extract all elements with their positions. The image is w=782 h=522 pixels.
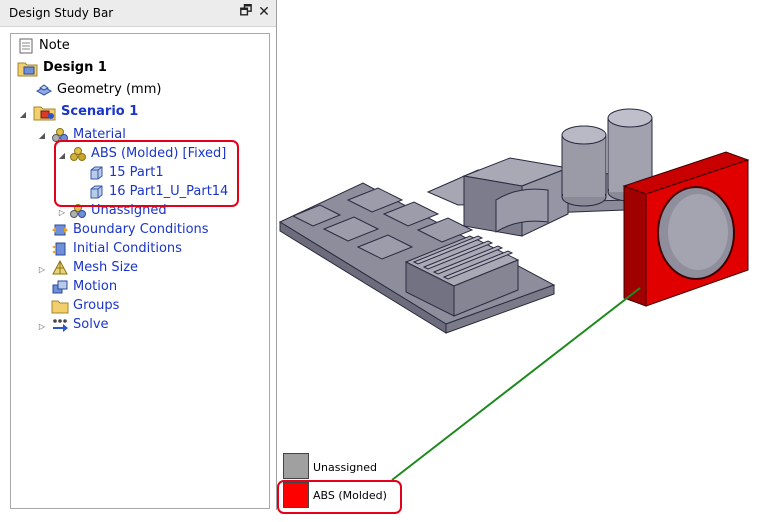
capacitor-left [561, 125, 607, 207]
tree-item-geometry[interactable]: Geometry (mm) [35, 80, 161, 99]
design-icon [17, 60, 39, 76]
motion-icon [51, 279, 69, 295]
tree-item-initial-conditions[interactable]: Initial Conditions [51, 239, 182, 258]
geometry-icon [35, 82, 53, 98]
boundary-conditions-icon [51, 222, 69, 238]
highlight-box-legend [277, 480, 402, 514]
tree-label-scenario: Scenario 1 [61, 104, 139, 119]
close-icon[interactable]: ✕ [256, 3, 272, 21]
note-icon [17, 38, 35, 54]
fan-hub [668, 194, 728, 270]
model-viewport[interactable] [278, 0, 782, 522]
scenario-icon [33, 104, 57, 120]
tree-item-design[interactable]: Design 1 [17, 58, 107, 77]
tree-label-groups: Groups [73, 298, 120, 313]
panel-titlebar: Design Study Bar 🗗 ✕ [0, 0, 276, 27]
tree-label-mesh: Mesh Size [73, 260, 139, 275]
expand-arrow-icon[interactable]: ▷ [37, 264, 47, 274]
fan-side [623, 185, 647, 307]
design-tree: Note Design 1 Geometry (mm) ◢ Scenario 1… [10, 33, 270, 509]
highlight-box-abs [54, 140, 239, 207]
mesh-size-icon [51, 259, 69, 276]
tree-label-geometry: Geometry (mm) [57, 82, 162, 97]
restore-icon[interactable]: 🗗 [238, 3, 254, 21]
groups-icon [51, 298, 69, 314]
initial-conditions-icon [51, 241, 69, 257]
tree-item-scenario[interactable]: Scenario 1 [33, 102, 138, 121]
tree-label-boundary: Boundary Conditions [73, 222, 209, 237]
design-study-bar-panel: Design Study Bar 🗗 ✕ Note Design 1 Geome… [0, 0, 277, 510]
expand-arrow-icon[interactable]: ▷ [57, 207, 67, 217]
legend-label-unassigned: Unassigned [313, 461, 377, 474]
legend-swatch-unassigned [283, 453, 309, 479]
tree-label-motion: Motion [73, 279, 118, 294]
tree-item-solve[interactable]: Solve [51, 315, 109, 334]
collapse-arrow-icon[interactable]: ◢ [37, 130, 47, 140]
tree-item-mesh-size[interactable]: Mesh Size [51, 258, 138, 277]
tree-item-groups[interactable]: Groups [51, 296, 119, 315]
panel-title: Design Study Bar [9, 6, 114, 20]
tree-label-initial: Initial Conditions [73, 241, 182, 256]
tree-item-boundary-conditions[interactable]: Boundary Conditions [51, 220, 209, 239]
expand-arrow-icon[interactable]: ▷ [37, 321, 47, 331]
tree-label-design: Design 1 [43, 60, 107, 75]
collapse-arrow-icon[interactable]: ◢ [18, 109, 28, 119]
tree-label-note: Note [39, 38, 70, 53]
solve-icon [51, 317, 69, 333]
tree-label-solve: Solve [73, 317, 109, 332]
tree-item-motion[interactable]: Motion [51, 277, 117, 296]
tree-item-note[interactable]: Note [17, 36, 70, 55]
